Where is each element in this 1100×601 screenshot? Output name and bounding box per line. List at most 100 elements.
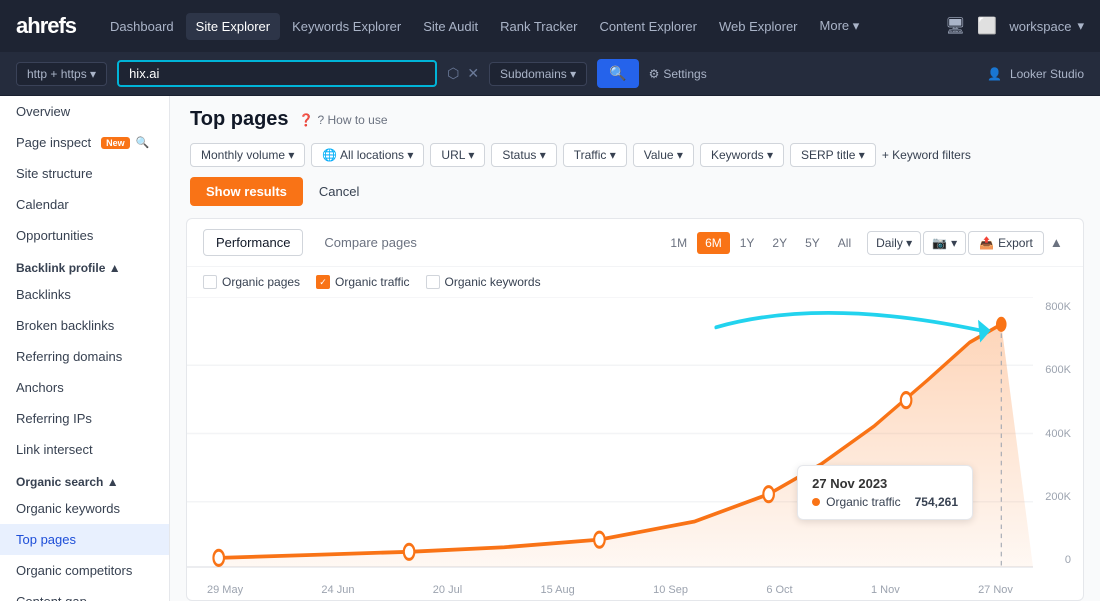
settings-button[interactable]: ⚙ Settings <box>649 67 707 81</box>
tab-performance[interactable]: Performance <box>203 229 303 256</box>
x-axis-nov2: 27 Nov <box>978 584 1013 596</box>
backlink-profile-label: Backlink profile ▲ <box>16 261 121 275</box>
time-6m[interactable]: 6M <box>697 232 730 254</box>
sidebar-label-organic-keywords: Organic keywords <box>16 501 120 516</box>
y-axis-600k: 600K <box>1045 364 1071 376</box>
looker-studio-button[interactable]: 👤 Looker Studio <box>987 67 1084 81</box>
traffic-filter[interactable]: Traffic ▾ <box>563 143 627 167</box>
daily-button[interactable]: Daily ▾ <box>867 231 921 255</box>
sidebar-item-organic-keywords[interactable]: Organic keywords <box>0 493 169 524</box>
nav-item-dashboard[interactable]: Dashboard <box>100 13 184 40</box>
sidebar-item-calendar[interactable]: Calendar <box>0 189 169 220</box>
x-axis-sep: 10 Sep <box>653 584 688 596</box>
time-5y[interactable]: 5Y <box>797 232 828 254</box>
sidebar-section-organic-search[interactable]: Organic search ▲ <box>0 465 169 493</box>
sidebar-item-page-inspect[interactable]: Page inspect New 🔍 <box>0 127 169 158</box>
sidebar: Overview Page inspect New 🔍 Site structu… <box>0 96 170 601</box>
serp-title-filter[interactable]: SERP title ▾ <box>790 143 876 167</box>
time-all[interactable]: All <box>830 232 859 254</box>
sidebar-item-broken-backlinks[interactable]: Broken backlinks <box>0 310 169 341</box>
nav-item-more[interactable]: More ▾ <box>810 12 870 40</box>
sidebar-item-opportunities[interactable]: Opportunities <box>0 220 169 251</box>
x-axis-may: 29 May <box>207 584 243 596</box>
sidebar-label-referring-domains: Referring domains <box>16 349 122 364</box>
url-filter[interactable]: URL ▾ <box>430 143 485 167</box>
nav-right: 🖥 ⬜ workspace ▾ <box>945 16 1084 36</box>
nav-item-keywords-explorer[interactable]: Keywords Explorer <box>282 13 411 40</box>
time-1y[interactable]: 1Y <box>732 232 763 254</box>
show-results-button[interactable]: Show results <box>190 177 303 206</box>
sidebar-item-link-intersect[interactable]: Link intersect <box>0 434 169 465</box>
chart-toolbar: Performance Compare pages 1M 6M 1Y 2Y 5Y… <box>187 219 1083 267</box>
legend-organic-pages[interactable]: Organic pages <box>203 275 300 289</box>
tooltip-dot <box>812 498 820 506</box>
sidebar-item-backlinks[interactable]: Backlinks <box>0 279 169 310</box>
question-icon: ❓ <box>299 113 314 127</box>
time-1m[interactable]: 1M <box>662 232 695 254</box>
arrow-line <box>716 313 980 330</box>
collapse-button[interactable]: ▲ <box>1046 231 1067 254</box>
sidebar-section-backlink-profile[interactable]: Backlink profile ▲ <box>0 251 169 279</box>
legend-organic-traffic[interactable]: Organic traffic <box>316 275 409 289</box>
domain-input[interactable]: hix.ai <box>117 60 437 87</box>
sidebar-item-top-pages[interactable]: Top pages <box>0 524 169 555</box>
nav-item-site-audit[interactable]: Site Audit <box>413 13 488 40</box>
search-button[interactable]: 🔍 <box>597 59 638 88</box>
chart-tooltip: 27 Nov 2023 Organic traffic 754,261 <box>797 465 973 520</box>
camera-button[interactable]: 📷 ▾ <box>923 231 966 255</box>
chevron-down-icon: ▾ <box>951 236 957 250</box>
nav-item-rank-tracker[interactable]: Rank Tracker <box>490 13 587 40</box>
value-filter[interactable]: Value ▾ <box>633 143 694 167</box>
data-point-1 <box>213 550 224 565</box>
keyword-filters-button[interactable]: + Keyword filters <box>882 148 971 162</box>
sidebar-item-overview[interactable]: Overview <box>0 96 169 127</box>
all-locations-filter[interactable]: 🌐 All locations ▾ <box>311 143 424 167</box>
how-to-use-label: ? How to use <box>317 113 387 127</box>
sidebar-item-content-gap[interactable]: Content gap <box>0 586 169 601</box>
export-icon: 📤 <box>979 236 994 250</box>
sidebar-label-anchors: Anchors <box>16 380 64 395</box>
cancel-button[interactable]: Cancel <box>311 177 367 206</box>
checkbox-organic-traffic[interactable] <box>316 275 330 289</box>
sidebar-label-organic-competitors: Organic competitors <box>16 563 132 578</box>
sidebar-item-referring-domains[interactable]: Referring domains <box>0 341 169 372</box>
time-2y[interactable]: 2Y <box>764 232 795 254</box>
search-icon: 🔍 <box>136 136 150 149</box>
sidebar-item-anchors[interactable]: Anchors <box>0 372 169 403</box>
x-axis: 29 May 24 Jun 20 Jul 15 Aug 10 Sep 6 Oct… <box>187 584 1033 596</box>
export-button[interactable]: 📤 Export <box>968 231 1044 255</box>
tooltip-metric: Organic traffic <box>826 495 900 509</box>
nav-item-web-explorer[interactable]: Web Explorer <box>709 13 808 40</box>
workspace-button[interactable]: workspace ▾ <box>1009 18 1084 34</box>
sidebar-item-site-structure[interactable]: Site structure <box>0 158 169 189</box>
organic-search-label: Organic search ▲ <box>16 475 119 489</box>
sidebar-item-referring-ips[interactable]: Referring IPs <box>0 403 169 434</box>
nav-item-site-explorer[interactable]: Site Explorer <box>186 13 280 40</box>
how-to-use-button[interactable]: ❓ ? How to use <box>299 113 388 127</box>
protocol-button[interactable]: http + https ▾ <box>16 62 107 86</box>
tooltip-value: 754,261 <box>915 495 958 509</box>
nav-item-content-explorer[interactable]: Content Explorer <box>589 13 707 40</box>
checkbox-organic-keywords[interactable] <box>426 275 440 289</box>
legend-organic-keywords[interactable]: Organic keywords <box>426 275 541 289</box>
sidebar-item-organic-competitors[interactable]: Organic competitors <box>0 555 169 586</box>
logo[interactable]: ahrefs <box>16 13 76 39</box>
main-content: Top pages ❓ ? How to use Monthly volume … <box>170 96 1100 601</box>
tab-compare-pages[interactable]: Compare pages <box>311 229 430 256</box>
checkbox-organic-pages[interactable] <box>203 275 217 289</box>
sidebar-label-opportunities: Opportunities <box>16 228 93 243</box>
sidebar-label-broken-backlinks: Broken backlinks <box>16 318 114 333</box>
person-icon: 👤 <box>987 67 1002 81</box>
x-axis-jul: 20 Jul <box>433 584 462 596</box>
chart-section: Performance Compare pages 1M 6M 1Y 2Y 5Y… <box>186 218 1084 601</box>
y-axis-400k: 400K <box>1045 428 1071 440</box>
external-link-icon[interactable]: ⬡ <box>447 65 459 82</box>
sidebar-label-overview: Overview <box>16 104 70 119</box>
second-bar: http + https ▾ hix.ai ⬡ ✕ Subdomains ▾ 🔍… <box>0 52 1100 96</box>
status-filter[interactable]: Status ▾ <box>491 143 556 167</box>
chart-svg <box>187 297 1033 570</box>
keywords-filter[interactable]: Keywords ▾ <box>700 143 784 167</box>
monthly-volume-filter[interactable]: Monthly volume ▾ <box>190 143 305 167</box>
close-icon[interactable]: ✕ <box>467 65 479 82</box>
subdomains-button[interactable]: Subdomains ▾ <box>489 62 587 86</box>
